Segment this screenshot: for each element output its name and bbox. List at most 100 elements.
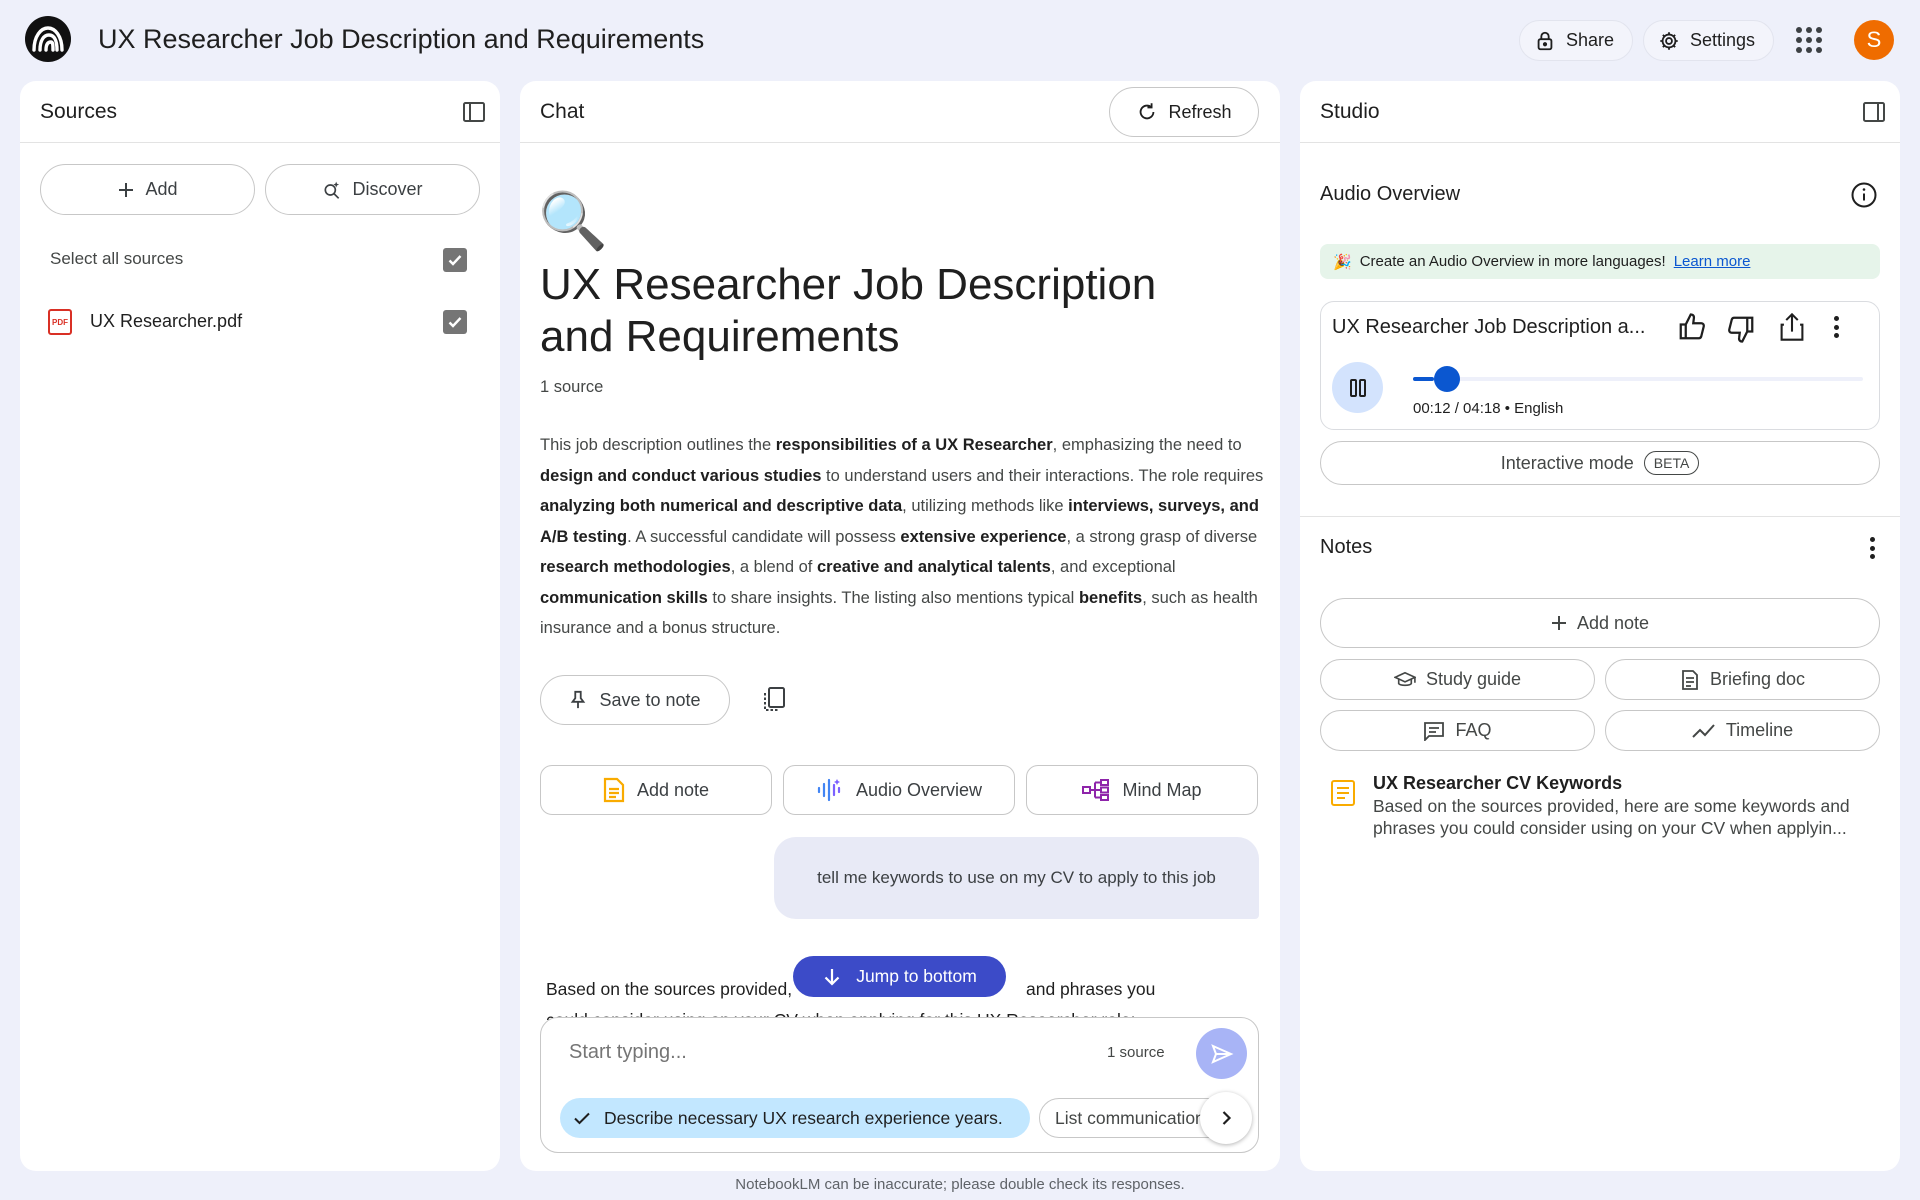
add-note-button[interactable]: Add note xyxy=(540,765,772,815)
collapse-studio-icon[interactable] xyxy=(1862,100,1886,124)
audio-player-card: UX Researcher Job Description a... 00:12… xyxy=(1320,301,1880,430)
note-icon xyxy=(603,777,625,803)
trending-line-icon xyxy=(1692,723,1716,739)
summary-text: to share insights. The listing also ment… xyxy=(707,588,1079,607)
collapse-panel-icon[interactable] xyxy=(462,100,486,124)
study-guide-button[interactable]: Study guide xyxy=(1320,659,1595,700)
progress-fill xyxy=(1413,377,1434,381)
jump-to-bottom-button[interactable]: Jump to bottom xyxy=(793,956,1006,997)
chat-heading: UX Researcher Job Description and Requir… xyxy=(540,260,1157,361)
party-popper-icon: 🎉 xyxy=(1333,253,1352,271)
top-bar: UX Researcher Job Description and Requir… xyxy=(0,0,1920,80)
sources-title: Sources xyxy=(40,100,118,123)
note-item[interactable]: UX Researcher CV Keywords Based on the s… xyxy=(1320,770,1880,850)
audio-title[interactable]: UX Researcher Job Description a... xyxy=(1332,316,1645,339)
section-divider xyxy=(1300,516,1900,517)
add-note-label: Add note xyxy=(636,779,710,800)
select-all-label: Select all sources xyxy=(50,249,184,268)
avatar[interactable]: S xyxy=(1854,20,1894,60)
notes-more-icon[interactable] xyxy=(1870,537,1875,559)
note-preview: Based on the sources provided, here are … xyxy=(1373,796,1850,838)
more-options-icon[interactable] xyxy=(1834,316,1839,338)
info-icon[interactable] xyxy=(1850,181,1878,209)
summary-highlight: extensive experience xyxy=(900,527,1067,546)
audio-wave-icon xyxy=(816,777,844,803)
studio-add-note-label: Add note xyxy=(1576,612,1650,633)
arrow-down-icon xyxy=(822,967,842,987)
discover-sources-button[interactable]: Discover xyxy=(265,164,480,215)
summary-highlight: benefits xyxy=(1078,588,1143,607)
chat-header: Chat Refresh xyxy=(520,81,1280,143)
thumbs-down-icon[interactable] xyxy=(1726,314,1756,344)
source-name: UX Researcher.pdf xyxy=(90,311,243,331)
banner-text: Create an Audio Overview in more languag… xyxy=(1359,253,1666,270)
summary-text: , a blend of xyxy=(730,558,817,576)
chat-input-box: 1 source Describe necessary UX research … xyxy=(540,1017,1259,1153)
interactive-mode-label: Interactive mode xyxy=(1500,452,1634,473)
summary-highlight: research methodologies xyxy=(540,558,731,576)
plus-icon xyxy=(117,181,135,199)
audio-overview-button[interactable]: Audio Overview xyxy=(783,765,1015,815)
summary-text: , a strong grasp of diverse xyxy=(1066,527,1258,546)
studio-add-note-button[interactable]: Add note xyxy=(1320,598,1880,648)
send-button[interactable] xyxy=(1196,1028,1247,1079)
lock-icon xyxy=(1534,30,1556,52)
input-source-count: 1 source xyxy=(1107,1044,1165,1061)
notebook-title[interactable]: UX Researcher Job Description and Requir… xyxy=(98,24,704,55)
chevron-right-icon[interactable] xyxy=(1200,1092,1252,1144)
thumbs-up-icon[interactable] xyxy=(1677,312,1707,342)
refresh-icon xyxy=(1136,101,1158,123)
summary-highlight: design and conduct various studies xyxy=(540,466,822,485)
summary-highlight: responsibilities of a UX Researcher xyxy=(775,436,1053,454)
chat-input[interactable] xyxy=(569,1038,1069,1066)
studio-panel: Studio Audio Overview 🎉 Create an Audio … xyxy=(1300,81,1900,1171)
save-to-note-label: Save to note xyxy=(599,689,701,710)
interactive-mode-button[interactable]: Interactive mode BETA xyxy=(1320,441,1880,485)
mind-map-label: Mind Map xyxy=(1122,779,1202,800)
pause-button[interactable] xyxy=(1332,362,1383,413)
refresh-button[interactable]: Refresh xyxy=(1109,87,1259,137)
mind-map-button[interactable]: Mind Map xyxy=(1026,765,1258,815)
summary-text: This job description outlines the xyxy=(540,436,776,454)
faq-button[interactable]: FAQ xyxy=(1320,710,1595,751)
share-audio-icon[interactable] xyxy=(1778,312,1806,342)
progress-thumb[interactable] xyxy=(1433,366,1460,392)
refresh-label: Refresh xyxy=(1168,101,1232,122)
suggestion-chip[interactable]: Describe necessary UX research experienc… xyxy=(560,1098,1030,1138)
add-source-button[interactable]: Add xyxy=(40,164,255,215)
copy-icon[interactable] xyxy=(762,686,788,714)
pin-icon xyxy=(569,690,587,710)
settings-button[interactable]: Settings xyxy=(1643,20,1775,61)
share-button[interactable]: Share xyxy=(1519,20,1634,61)
select-all-checkbox[interactable] xyxy=(443,248,467,272)
pdf-icon: PDF xyxy=(48,309,72,335)
apps-grid-icon[interactable] xyxy=(1796,27,1822,53)
learn-more-link[interactable]: Learn more xyxy=(1674,253,1751,270)
pause-icon xyxy=(1348,378,1368,398)
disclaimer: NotebookLM can be inaccurate; please dou… xyxy=(735,1176,1185,1193)
add-source-label: Add xyxy=(145,179,178,199)
faq-chat-icon xyxy=(1423,721,1445,741)
languages-banner: 🎉 Create an Audio Overview in more langu… xyxy=(1320,244,1880,279)
timeline-label: Timeline xyxy=(1725,720,1794,740)
briefing-doc-icon xyxy=(1680,669,1700,691)
save-to-note-button[interactable]: Save to note xyxy=(540,675,730,725)
gear-icon xyxy=(1658,30,1680,52)
beta-badge: BETA xyxy=(1643,451,1700,475)
audio-overview-label: Audio Overview xyxy=(855,779,983,800)
source-checkbox[interactable] xyxy=(443,310,467,334)
source-count: 1 source xyxy=(540,378,604,396)
note-title: UX Researcher CV Keywords xyxy=(1373,773,1623,793)
jump-to-bottom-label: Jump to bottom xyxy=(856,966,977,986)
send-icon xyxy=(1210,1042,1234,1066)
notebooklm-logo-icon[interactable] xyxy=(25,16,71,62)
response-text-right: and phrases you xyxy=(1026,979,1156,999)
note-doc-icon xyxy=(1330,779,1356,807)
briefing-doc-button[interactable]: Briefing doc xyxy=(1605,659,1880,700)
source-item[interactable]: PDF UX Researcher.pdf xyxy=(40,295,480,351)
summary-text: , utilizing methods like xyxy=(902,497,1069,515)
summary-text: , and exceptional xyxy=(1050,558,1176,576)
progress-slider[interactable] xyxy=(1413,366,1863,392)
timeline-button[interactable]: Timeline xyxy=(1605,710,1880,751)
notebook-summary: This job description outlines the respon… xyxy=(540,430,1270,644)
